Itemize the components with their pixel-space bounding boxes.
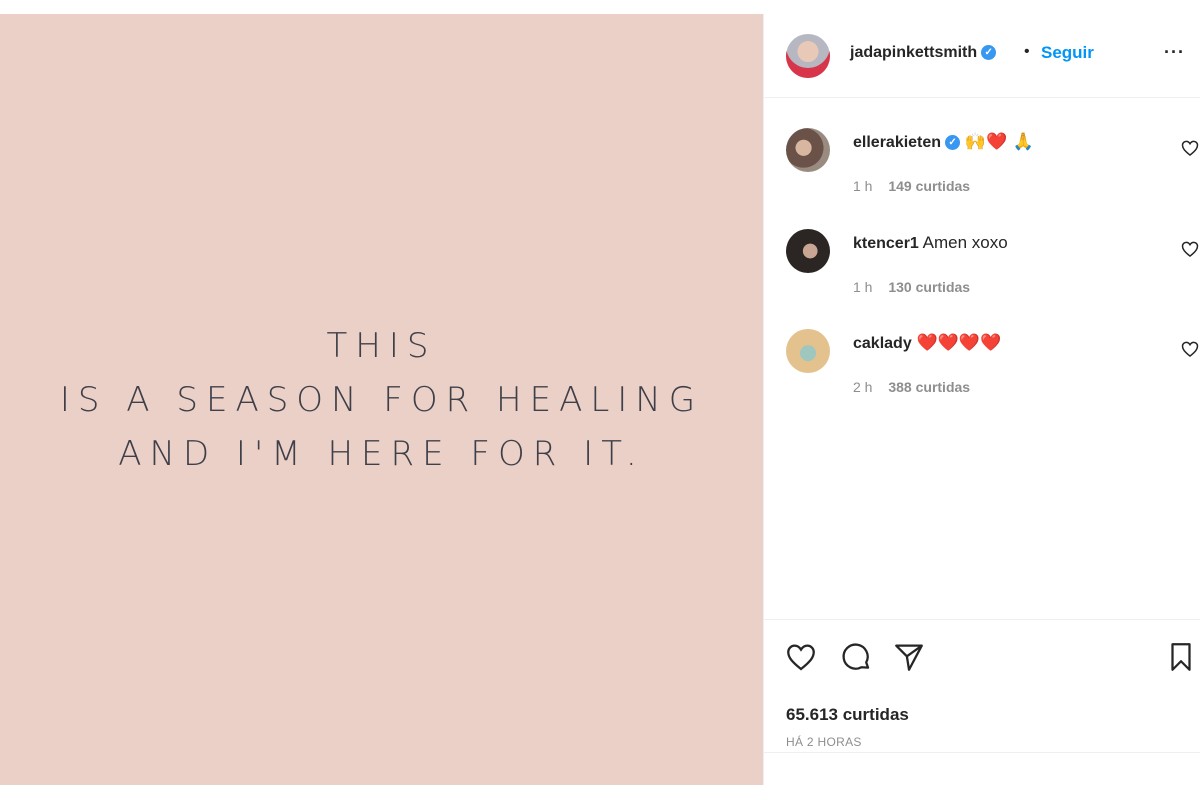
comment-meta: 1 h 149 curtidas — [853, 178, 970, 194]
comment-time: 1 h — [853, 178, 873, 194]
comment-body: 🙌❤️ 🙏 — [964, 132, 1034, 152]
post-actions: 65.613 curtidas HÁ 2 HORAS — [764, 619, 1200, 769]
commenter-username[interactable]: ellerakieten — [853, 134, 941, 151]
comment-item: ktencer1 Amen xoxo 1 h 130 curtidas — [764, 229, 1200, 319]
quote-line-1: THIS — [326, 325, 437, 366]
commenter-avatar[interactable] — [786, 128, 830, 172]
more-options-button[interactable]: ··· — [1164, 42, 1185, 63]
comment-item: caklady ❤️❤️❤️❤️ 2 h 388 curtidas — [764, 329, 1200, 419]
post-side-panel: jadapinkettsmith ✓ • Seguir ··· ellerakie… — [763, 14, 1200, 785]
divider — [764, 752, 1200, 753]
top-strip — [0, 0, 1200, 14]
comment-meta: 1 h 130 curtidas — [853, 279, 970, 295]
author-username: jadapinkettsmith — [850, 44, 978, 61]
likes-count[interactable]: 65.613 curtidas — [786, 705, 909, 725]
commenter-avatar[interactable] — [786, 229, 830, 273]
post-image[interactable]: THIS IS A SEASON FOR HEALING AND I'M HER… — [0, 14, 763, 785]
comment-item: ellerakieten ✓ 🙌❤️ 🙏 1 h 149 curtidas — [764, 128, 1200, 218]
commenter-username[interactable]: ktencer1 — [853, 235, 919, 252]
commenter-username[interactable]: caklady — [853, 335, 912, 352]
comment-time: 2 h — [853, 379, 873, 395]
commenter-avatar[interactable] — [786, 329, 830, 373]
comment-body: ❤️❤️❤️❤️ — [916, 333, 1002, 353]
comment-likes[interactable]: 388 curtidas — [888, 379, 970, 395]
comment-body: Amen xoxo — [922, 233, 1008, 252]
separator-dot: • — [1024, 43, 1030, 60]
quote-line-3: AND I'M HERE FOR IT. — [118, 433, 645, 474]
share-icon[interactable] — [892, 640, 926, 674]
post-timestamp: HÁ 2 HORAS — [786, 735, 862, 749]
verified-icon: ✓ — [945, 135, 961, 151]
comment-text: ktencer1 Amen xoxo — [853, 233, 1008, 253]
post-header: jadapinkettsmith ✓ • Seguir ··· — [764, 14, 1200, 98]
comment-text: ellerakieten ✓ 🙌❤️ 🙏 — [853, 132, 1034, 152]
follow-button[interactable]: Seguir — [1041, 43, 1094, 63]
comment-likes[interactable]: 149 curtidas — [888, 178, 970, 194]
verified-icon: ✓ — [981, 45, 997, 61]
heart-icon[interactable] — [784, 640, 818, 674]
comment-icon[interactable] — [839, 640, 873, 674]
quote-line-2: IS A SEASON FOR HEALING — [59, 379, 704, 420]
bookmark-icon[interactable] — [1164, 640, 1198, 674]
like-comment-icon[interactable] — [1180, 339, 1200, 359]
comment-meta: 2 h 388 curtidas — [853, 379, 970, 395]
like-comment-icon[interactable] — [1180, 239, 1200, 259]
bottom-strip — [0, 785, 1200, 800]
like-comment-icon[interactable] — [1180, 138, 1200, 158]
author-username-link[interactable]: jadapinkettsmith ✓ — [850, 44, 997, 62]
comment-time: 1 h — [853, 279, 873, 295]
author-avatar[interactable] — [786, 34, 830, 78]
comment-text: caklady ❤️❤️❤️❤️ — [853, 333, 1001, 353]
comment-likes[interactable]: 130 curtidas — [888, 279, 970, 295]
